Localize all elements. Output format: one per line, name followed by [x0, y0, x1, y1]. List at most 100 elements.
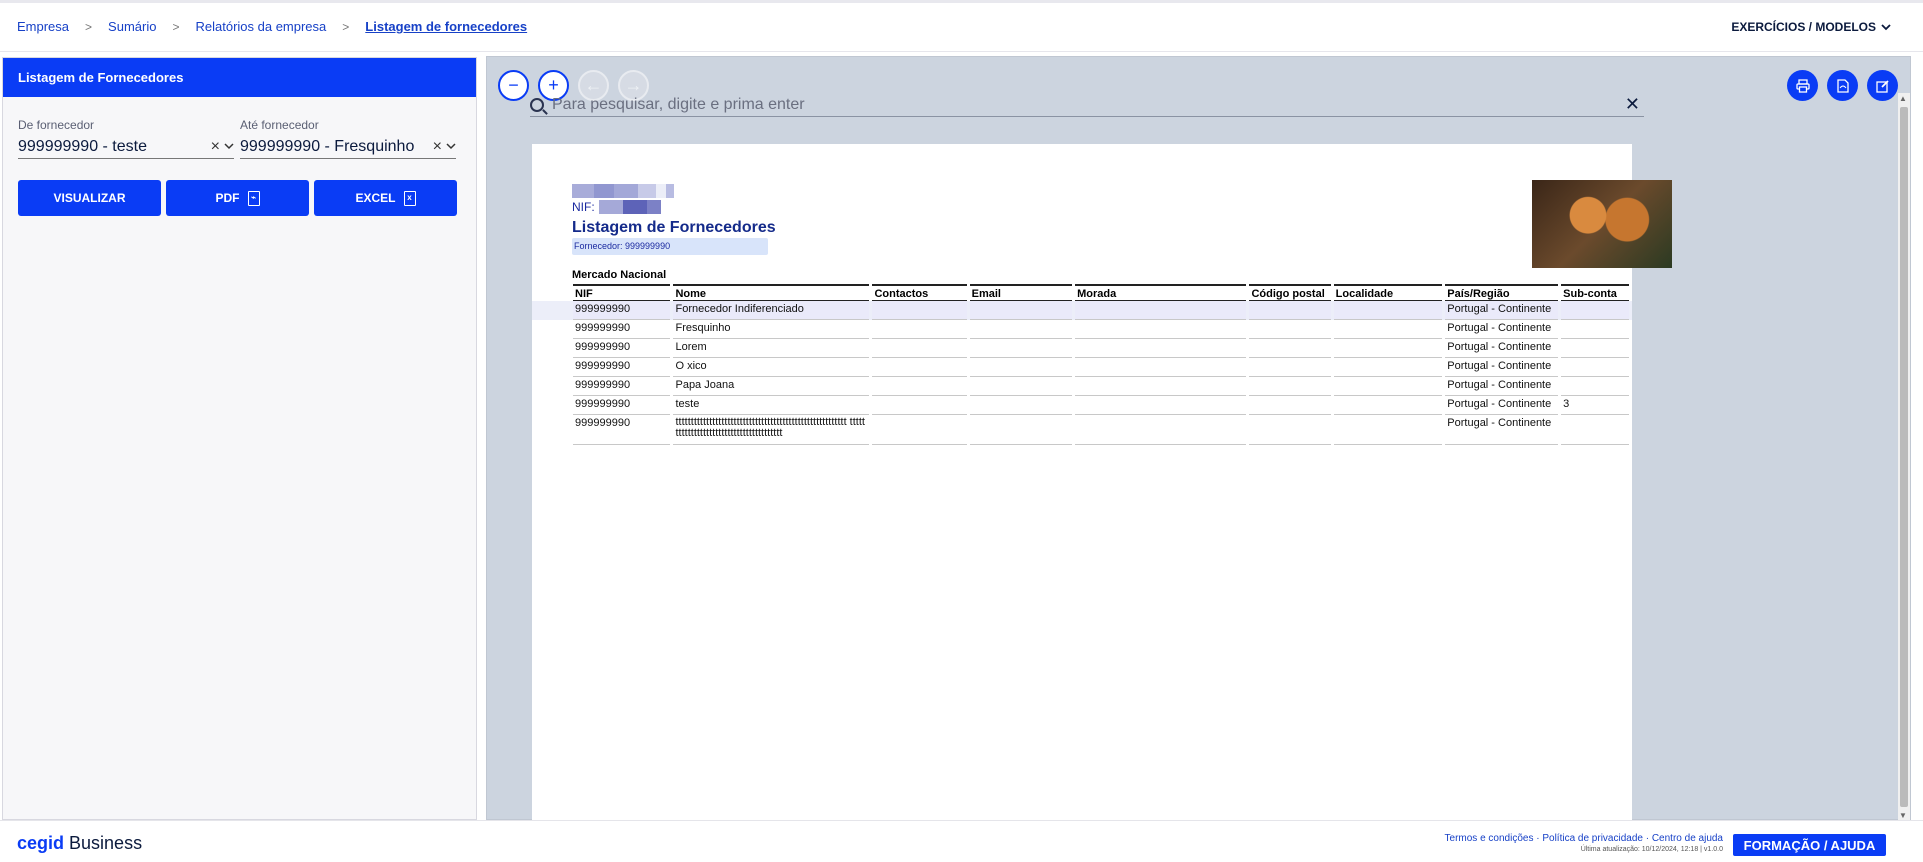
table-cell [872, 301, 967, 320]
table-cell: 999999990 [573, 358, 671, 377]
table-cell [1249, 301, 1331, 320]
table-cell [1075, 415, 1247, 445]
table-cell: tttttttttttttttttttttttttttttttttttttttt… [673, 415, 870, 445]
table-cell [872, 415, 967, 445]
pdf-button[interactable]: PDF ⌁ [166, 180, 309, 216]
col-contactos: Contactos [872, 284, 967, 301]
col-pais-regiao: País/Região [1445, 284, 1559, 301]
clear-icon[interactable]: × [433, 138, 442, 156]
footer-links: Termos e condições · Política de privaci… [1445, 833, 1723, 853]
table-cell [969, 320, 1073, 339]
from-supplier-select[interactable]: 999999990 - teste × [18, 135, 234, 159]
table-cell [1561, 358, 1629, 377]
to-supplier-field: Até fornecedor 999999990 - Fresquinho × [240, 118, 456, 159]
col-nome: Nome [673, 284, 870, 301]
chevron-down-icon [1881, 23, 1891, 30]
table-cell [969, 377, 1073, 396]
table-cell [1249, 377, 1331, 396]
col-codigo-postal: Código postal [1249, 284, 1331, 301]
table-cell [1561, 320, 1629, 339]
footer: cegid Business Termos e condições · Polí… [0, 820, 1923, 862]
scroll-up-icon[interactable]: ▲ [1899, 94, 1907, 103]
table-cell: Portugal - Continente [1445, 415, 1559, 445]
chevron-down-icon[interactable] [446, 143, 456, 150]
table-cell: Portugal - Continente [1445, 377, 1559, 396]
table-body: 999999990 Fornecedor Indiferenciado Portug… [573, 301, 1629, 445]
table-cell: 999999990 [573, 339, 671, 358]
search-input[interactable] [552, 95, 1625, 114]
table-cell [1561, 301, 1629, 320]
table-cell [1561, 415, 1629, 445]
nif-redacted [598, 200, 661, 214]
search-icon [530, 97, 544, 112]
table-cell [1075, 358, 1247, 377]
table-cell [1249, 339, 1331, 358]
table-cell: O xico [673, 358, 870, 377]
from-supplier-field: De fornecedor 999999990 - teste × [18, 118, 234, 159]
excel-button[interactable]: EXCEL x [314, 180, 457, 216]
clear-icon[interactable]: × [211, 138, 220, 156]
table-cell [969, 415, 1073, 445]
scroll-down-icon[interactable]: ▼ [1899, 811, 1907, 820]
zoom-out-button[interactable]: − [498, 70, 529, 101]
table-cell: Portugal - Continente [1445, 358, 1559, 377]
table-cell: 999999990 [573, 320, 671, 339]
table-cell [969, 358, 1073, 377]
exercicios-modelos-menu[interactable]: EXERCÍCIOS / MODELOS [1731, 20, 1891, 34]
last-updated: Última atualização: 10/12/2024, 12:18 | … [1580, 846, 1723, 853]
from-supplier-value: 999999990 - teste [18, 137, 147, 155]
filter-panel: Listagem de Fornecedores De fornecedor 9… [2, 57, 477, 820]
top-bar: Empresa > Sumário > Relatórios da empres… [0, 0, 1923, 52]
col-morada: Morada [1075, 284, 1247, 301]
breadcrumb-sumario[interactable]: Sumário [108, 19, 156, 34]
table-cell [872, 358, 967, 377]
table-cell [872, 396, 967, 415]
table-cell [1249, 415, 1331, 445]
table-cell [1333, 320, 1443, 339]
breadcrumb-empresa[interactable]: Empresa [17, 19, 69, 34]
breadcrumb-listagem[interactable]: Listagem de fornecedores [365, 19, 527, 34]
table-row: 999999990 O xico Portugal - Continente [573, 358, 1629, 377]
table-cell [1561, 339, 1629, 358]
col-nif: NIF [573, 284, 671, 301]
print-button[interactable] [1787, 70, 1818, 101]
chevron-right-icon: > [85, 19, 93, 34]
exercicios-label: EXERCÍCIOS / MODELOS [1731, 20, 1876, 34]
scroll-thumb[interactable] [1900, 107, 1908, 807]
table-cell: Portugal - Continente [1445, 339, 1559, 358]
table-cell: Papa Joana [673, 377, 870, 396]
table-cell: Fornecedor Indiferenciado [673, 301, 870, 320]
suppliers-table: NIF Nome Contactos Email Morada Código p… [570, 284, 1632, 445]
report-filter: Fornecedor: 999999990 [572, 238, 768, 255]
from-supplier-label: De fornecedor [18, 118, 95, 132]
viewer-scrollbar[interactable]: ▲ ▼ [1898, 93, 1910, 821]
breadcrumb: Empresa > Sumário > Relatórios da empres… [17, 19, 527, 34]
table-row: 999999990 Fresquinho Portugal - Continente [573, 320, 1629, 339]
col-sub-conta: Sub-conta [1561, 284, 1629, 301]
close-icon[interactable]: ✕ [1625, 94, 1640, 115]
visualizar-button[interactable]: VISUALIZAR [18, 180, 161, 216]
company-name-redacted [572, 184, 674, 198]
table-cell [1333, 339, 1443, 358]
excel-file-icon: x [403, 190, 416, 206]
edit-button[interactable] [1867, 70, 1898, 101]
table-row: 999999990 Lorem Portugal - Continente [573, 339, 1629, 358]
chevron-down-icon[interactable] [224, 143, 234, 150]
col-email: Email [969, 284, 1073, 301]
to-supplier-select[interactable]: 999999990 - Fresquinho × [240, 135, 456, 159]
table-cell [1075, 339, 1247, 358]
brand-bold: cegid [17, 833, 65, 853]
table-cell: Lorem [673, 339, 870, 358]
table-cell [1333, 301, 1443, 320]
table-cell [1075, 377, 1247, 396]
legal-links[interactable]: Termos e condições · Política de privaci… [1445, 833, 1723, 844]
table-cell: teste [673, 396, 870, 415]
brand-logo: cegid Business [17, 833, 142, 854]
breadcrumb-relatorios[interactable]: Relatórios da empresa [195, 19, 326, 34]
panel-title: Listagem de Fornecedores [3, 58, 476, 97]
table-cell: 999999990 [573, 415, 671, 445]
table-header-row: NIF Nome Contactos Email Morada Código p… [573, 284, 1629, 301]
export-pdf-button[interactable] [1827, 70, 1858, 101]
help-training-button[interactable]: FORMAÇÃO / AJUDA [1733, 834, 1886, 856]
table-row: 999999990 Papa Joana Portugal - Continente [573, 377, 1629, 396]
